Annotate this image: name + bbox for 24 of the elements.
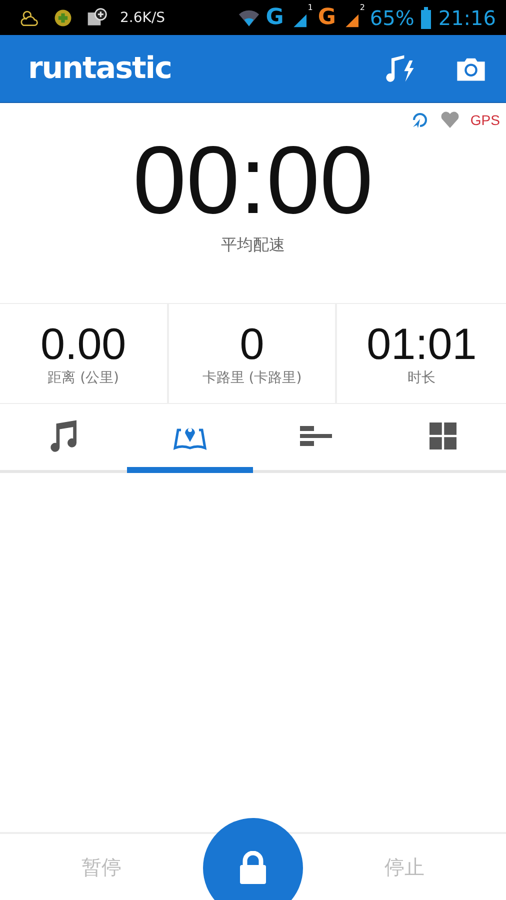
- stat-tile[interactable]: 0 卡路里 (卡路里): [168, 304, 338, 403]
- clock: 21:16: [438, 6, 496, 30]
- battery-icon: [420, 6, 432, 30]
- timer-label: 平均配速: [221, 235, 285, 256]
- stat-label: 距离 (公里): [48, 368, 120, 386]
- stat-value: 0.00: [40, 320, 126, 368]
- battery-percent: 65%: [370, 6, 414, 30]
- gps-indicator: GPS: [470, 112, 500, 128]
- stat-tile[interactable]: 0.00 距离 (公里): [0, 304, 169, 403]
- timer-value: 00:00: [132, 131, 374, 231]
- sim-number: 2: [360, 2, 365, 12]
- stat-tile[interactable]: 01:01 时长: [337, 304, 506, 403]
- sim-number: 1: [308, 2, 313, 12]
- stat-value: 0: [240, 320, 264, 368]
- network-type: G: [318, 5, 336, 30]
- image-plus-icon: [86, 6, 108, 28]
- app-logo: runtastic: [28, 51, 172, 86]
- stat-label: 卡路里 (卡路里): [202, 368, 302, 386]
- net-speed: 2.6K/S: [120, 10, 166, 26]
- stat-label: 时长: [408, 368, 436, 386]
- lock-icon: [239, 851, 267, 885]
- stat-value: 01:01: [366, 320, 477, 368]
- network-type: G: [266, 5, 284, 30]
- heart-icon: [440, 110, 460, 130]
